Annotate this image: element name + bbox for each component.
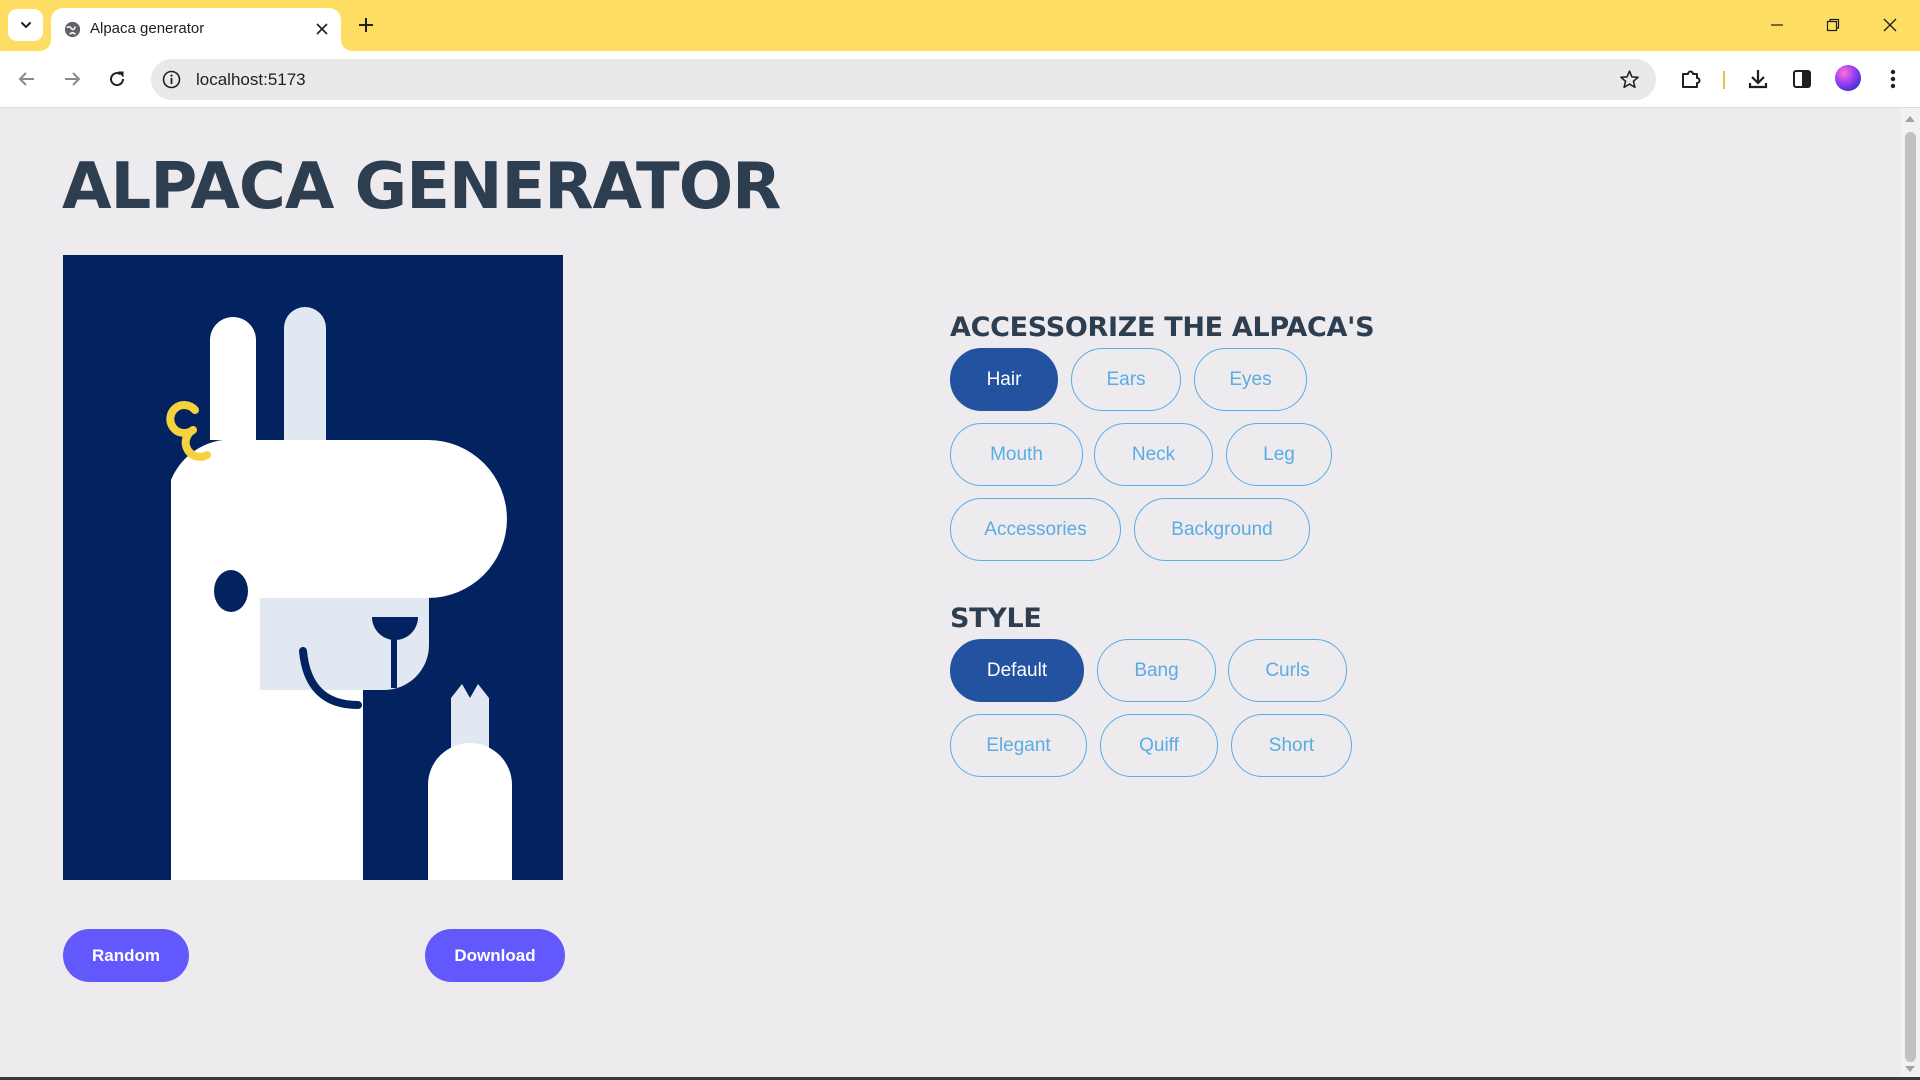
- style-quiff-button[interactable]: Quiff: [1100, 714, 1218, 777]
- close-icon: [316, 23, 328, 35]
- style-heading: STYLE: [950, 603, 1042, 634]
- url-text[interactable]: localhost:5173: [196, 70, 306, 90]
- alpaca-preview: [63, 255, 563, 880]
- toolbar-divider: [1723, 71, 1725, 89]
- accessory-neck-button[interactable]: Neck: [1094, 423, 1213, 486]
- globe-icon: [64, 21, 81, 38]
- profile-avatar[interactable]: [1835, 65, 1861, 91]
- address-bar[interactable]: localhost:5173: [151, 59, 1656, 100]
- scroll-up-arrow-icon[interactable]: [1905, 116, 1915, 122]
- new-tab-button[interactable]: [353, 12, 379, 38]
- accessory-hair-button[interactable]: Hair: [950, 348, 1058, 411]
- minimize-icon: [1771, 24, 1783, 26]
- alpaca-eye: [214, 570, 248, 612]
- style-curls-button[interactable]: Curls: [1228, 639, 1347, 702]
- accessory-eyes-button[interactable]: Eyes: [1194, 348, 1307, 411]
- browser-toolbar: localhost:5173: [0, 51, 1920, 108]
- page-title: ALPACA GENERATOR: [62, 150, 781, 224]
- plus-icon: [359, 18, 373, 32]
- bookmark-star-icon[interactable]: [1619, 69, 1640, 90]
- alpaca-ears: [210, 307, 326, 440]
- tab-title: Alpaca generator: [90, 20, 205, 37]
- reload-button[interactable]: [102, 64, 132, 94]
- download-icon: [1748, 70, 1768, 89]
- browser-menu-button[interactable]: [1879, 65, 1907, 93]
- active-tab[interactable]: Alpaca generator: [39, 8, 353, 51]
- accessory-mouth-button[interactable]: Mouth: [950, 423, 1083, 486]
- alpaca-nose: [260, 598, 429, 690]
- tab-search-button[interactable]: [8, 9, 43, 41]
- scroll-down-arrow-icon[interactable]: [1905, 1066, 1915, 1072]
- puzzle-icon: [1682, 70, 1701, 88]
- style-short-button[interactable]: Short: [1231, 714, 1352, 777]
- accessory-leg-button[interactable]: Leg: [1226, 423, 1332, 486]
- more-vertical-icon: [1890, 69, 1896, 89]
- chevron-down-icon: [20, 22, 31, 29]
- alpaca-leg: [428, 684, 512, 880]
- accessory-accessories-button[interactable]: Accessories: [950, 498, 1121, 561]
- site-info-icon: [162, 70, 181, 89]
- style-elegant-button[interactable]: Elegant: [950, 714, 1087, 777]
- browser-tab-strip: Alpaca generator: [0, 0, 1920, 51]
- page-scrollbar[interactable]: [1901, 108, 1920, 1078]
- random-button[interactable]: Random: [63, 929, 189, 982]
- download-button[interactable]: Download: [425, 929, 565, 982]
- side-panel-button[interactable]: [1788, 65, 1816, 93]
- restore-icon: [1826, 18, 1840, 32]
- reload-icon: [110, 71, 125, 87]
- accessorize-heading: ACCESSORIZE THE ALPACA'S: [950, 312, 1375, 343]
- close-window-button[interactable]: [1875, 10, 1905, 40]
- side-panel-icon: [1793, 70, 1811, 88]
- scrollbar-thumb[interactable]: [1905, 132, 1916, 1062]
- restore-button[interactable]: [1818, 10, 1848, 40]
- tab-close-button[interactable]: [311, 18, 333, 40]
- back-button[interactable]: [12, 64, 42, 94]
- style-default-button[interactable]: Default: [950, 639, 1084, 702]
- minimize-button[interactable]: [1762, 10, 1792, 40]
- accessory-ears-button[interactable]: Ears: [1071, 348, 1181, 411]
- downloads-button[interactable]: [1744, 65, 1772, 93]
- style-bang-button[interactable]: Bang: [1097, 639, 1216, 702]
- arrow-left-icon: [18, 72, 34, 86]
- arrow-right-icon: [65, 72, 81, 86]
- forward-button[interactable]: [57, 64, 87, 94]
- close-icon: [1883, 18, 1897, 32]
- accessory-background-button[interactable]: Background: [1134, 498, 1310, 561]
- extensions-button[interactable]: [1677, 65, 1705, 93]
- alpaca-illustration: [166, 307, 512, 880]
